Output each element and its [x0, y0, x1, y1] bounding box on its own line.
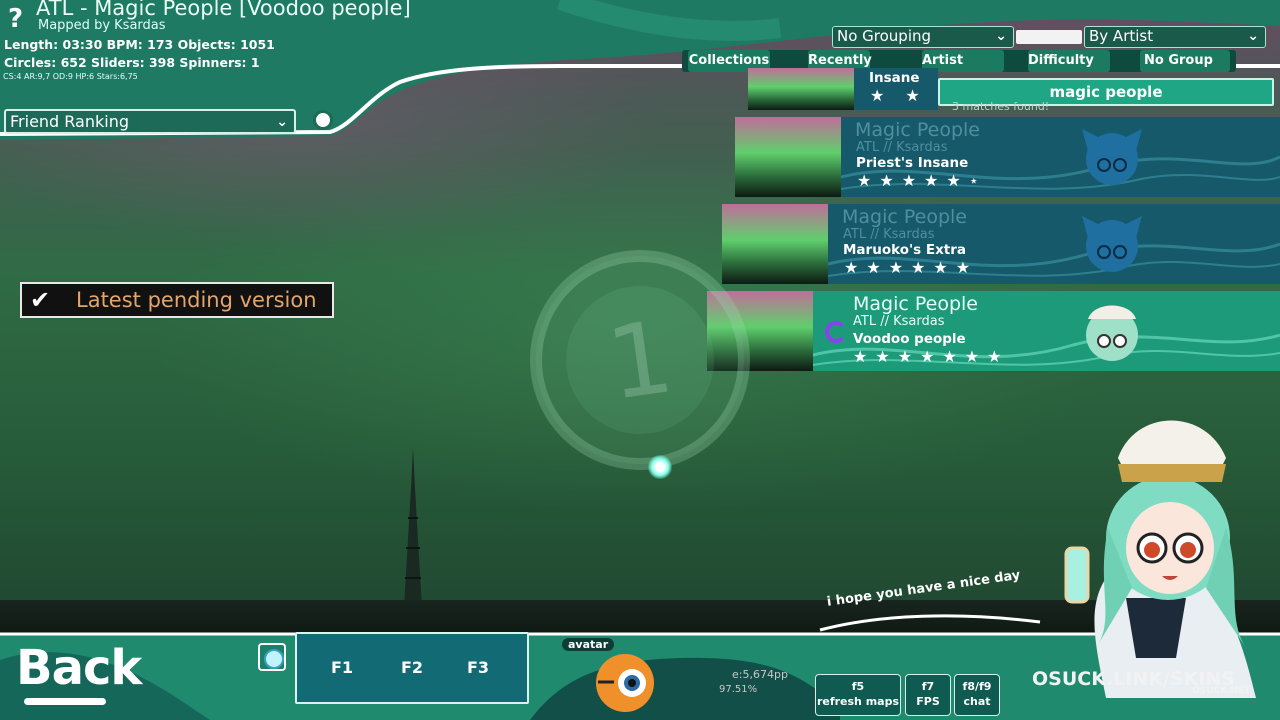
user-accuracy: 97.51% [719, 684, 758, 695]
grouping-value: No Grouping [837, 27, 932, 45]
f5-key-label: f5 [851, 680, 865, 693]
refresh-maps-button[interactable]: f5 refresh maps [815, 674, 901, 716]
user-pp: e:5,674pp [732, 668, 788, 681]
f8-key-label: f8/f9 [962, 680, 992, 693]
beatmap-artist: ATL // Ksardas [843, 227, 935, 242]
beatmap-difficulty: Voodoo people [853, 331, 966, 347]
tab-difficulty[interactable]: Difficulty [1028, 50, 1110, 72]
beatmap-thumbnail [735, 117, 841, 197]
back-underline [24, 698, 106, 705]
beatmap-difficulty: Priest's Insane [856, 155, 969, 171]
f1-mods-button[interactable]: F1 [331, 658, 353, 677]
beatmap-stars: ★★★★★★ [844, 258, 979, 277]
pending-version-label: Latest pending version [76, 288, 317, 312]
f5-action-label: refresh maps [816, 695, 900, 708]
fkeys-panel: F1 F2 F3 [295, 632, 529, 704]
chevron-down-icon: ⌄ [1247, 28, 1259, 44]
cursor-icon [648, 455, 672, 479]
chat-button[interactable]: f8/f9 chat [954, 674, 1000, 716]
mapper-avatar [1086, 305, 1138, 361]
map-difficulty-settings: CS:4 AR:9,7 OD:9 HP:6 Stars:6,75 [3, 72, 138, 81]
mapper-avatar [1082, 216, 1142, 272]
chevron-down-icon: ⌄ [995, 28, 1007, 44]
back-button[interactable]: Back [16, 640, 142, 696]
beatmap-artist: ATL // Ksardas [856, 140, 948, 155]
chevron-down-icon: ⌄ [276, 114, 288, 130]
mapper-avatar [1082, 129, 1142, 185]
beatmap-card-maruokos-extra[interactable]: Magic People ATL // Ksardas Maruoko's Ex… [722, 204, 1280, 284]
beatmap-card-selected[interactable]: Magic People ATL // Ksardas Voodoo peopl… [707, 291, 1280, 371]
skin-character-illustration [1064, 420, 1256, 698]
ranking-value: Friend Ranking [10, 112, 130, 131]
radio-tower-silhouette [404, 448, 422, 608]
grouping-dropdown[interactable]: No Grouping ⌄ [832, 26, 1014, 48]
beatmap-stars: ★★★★★★★ [853, 347, 1010, 366]
sort-value: By Artist [1089, 27, 1154, 45]
beatmap-card-insane[interactable]: Insane ★ ★ ★ [748, 68, 938, 110]
avatar-label: avatar [562, 638, 615, 651]
checkmark-icon: ✔ [30, 286, 51, 314]
osu-logo[interactable]: 1 [530, 250, 750, 470]
skin-watermark-small: OSUCK.NET [1192, 686, 1251, 696]
search-matches-count: 3 matches found! [952, 100, 1050, 113]
beatmap-stars: ★★★★★⋆ [857, 171, 987, 190]
beatmap-card-priests-insane[interactable]: Magic People ATL // Ksardas Priest's Ins… [735, 117, 1280, 197]
ranking-dropdown[interactable]: Friend Ranking ⌄ [4, 109, 296, 134]
f7-key-label: f7 [921, 680, 935, 693]
beatmap-title: Magic People [855, 119, 980, 141]
game-mode-icon[interactable] [258, 643, 286, 671]
pending-version-badge: ✔ Latest pending version [20, 282, 334, 318]
filter-slider-bar[interactable] [1016, 30, 1082, 44]
mapper-line: Mapped by Ksardas [38, 18, 166, 33]
ranking-toggle[interactable] [313, 110, 333, 130]
map-stats-line1: Length: 03:30 BPM: 173 Objects: 1051 [4, 37, 275, 52]
f8-action-label: chat [963, 695, 991, 708]
f2-random-button[interactable]: F2 [401, 658, 423, 677]
beatmap-thumbnail [748, 68, 854, 110]
beatmap-stars: ★ ★ ★ [870, 86, 938, 105]
loading-spinner-icon [825, 321, 847, 343]
beatmap-artist: ATL // Ksardas [853, 314, 945, 329]
f7-action-label: FPS [916, 695, 940, 708]
beatmap-title: Magic People [842, 206, 967, 228]
f3-options-button[interactable]: F3 [467, 658, 489, 677]
question-icon: ? [8, 4, 24, 34]
beatmap-difficulty: Maruoko's Extra [843, 242, 966, 258]
fps-button[interactable]: f7 FPS [905, 674, 951, 716]
tab-no-group[interactable]: No Group [1140, 50, 1230, 72]
song-title: ATL - Magic People [Voodoo people] [36, 0, 411, 20]
map-stats-line2: Circles: 652 Sliders: 398 Spinners: 1 [4, 55, 260, 70]
beatmap-title: Magic People [853, 293, 978, 315]
sort-dropdown[interactable]: By Artist ⌄ [1084, 26, 1266, 48]
user-avatar[interactable] [594, 652, 656, 714]
beatmap-difficulty: Insane [869, 70, 920, 86]
